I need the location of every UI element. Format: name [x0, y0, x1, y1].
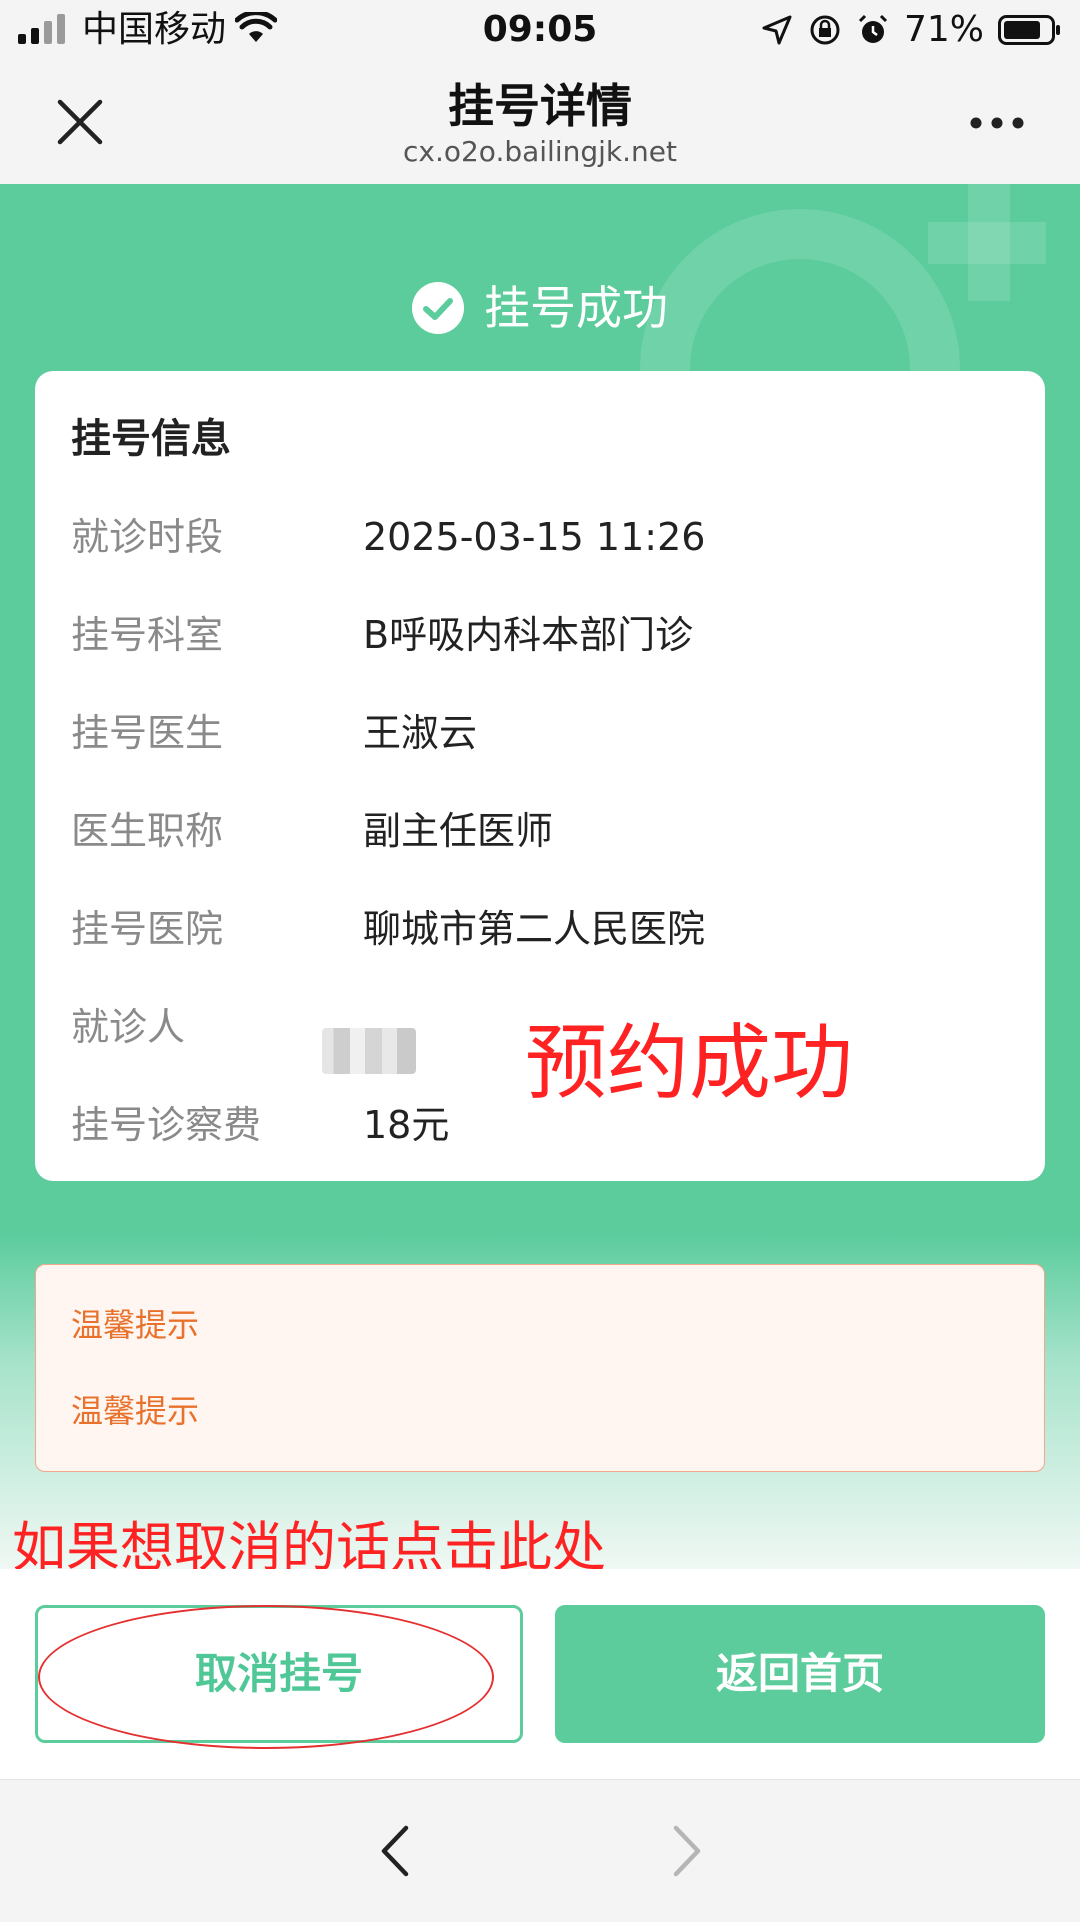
status-bar: 中国移动 09:05 71% — [0, 0, 1080, 60]
row-value: 副主任医师 — [363, 809, 554, 853]
annotation-cancel-hint: 如果想取消的话点击此处 — [12, 1516, 606, 1569]
action-button-bar: 取消挂号 返回首页 — [0, 1569, 1080, 1779]
card-title: 挂号信息 — [71, 416, 231, 462]
row-label: 医生职称 — [71, 809, 224, 853]
row-label: 挂号医生 — [71, 711, 224, 755]
navigation-bar: 挂号详情 cx.o2o.bailingjk.net — [0, 60, 1080, 184]
page-title: 挂号详情 — [448, 79, 632, 133]
redacted-patient-name — [322, 1028, 416, 1074]
row-value: 18元 — [363, 1103, 450, 1147]
row-label: 就诊人 — [71, 1005, 186, 1049]
battery-icon — [998, 15, 1060, 45]
tip-line: 温馨提示 — [71, 1306, 200, 1344]
location-icon — [762, 15, 792, 45]
row-label: 挂号医院 — [71, 907, 224, 951]
status-right-group: 71% — [760, 8, 1062, 52]
row-value: 王淑云 — [363, 711, 478, 755]
success-banner: 挂号成功 — [0, 278, 1080, 338]
warm-tips-box: 温馨提示 温馨提示 — [35, 1264, 1045, 1472]
check-circle-icon — [412, 282, 464, 334]
row-value: 聊城市第二人民医院 — [363, 907, 706, 951]
forward-arrow-icon[interactable] — [672, 1825, 702, 1877]
annotation-circle — [38, 1605, 494, 1749]
return-home-button[interactable]: 返回首页 — [555, 1605, 1045, 1743]
back-arrow-icon[interactable] — [380, 1825, 410, 1877]
more-icon[interactable] — [970, 116, 1024, 130]
annotation-booking-success: 预约成功 — [525, 1016, 854, 1111]
row-value: 2025-03-15 11:26 — [363, 515, 706, 559]
decorative-plus-icon — [928, 222, 1046, 264]
success-text: 挂号成功 — [484, 281, 668, 335]
row-label: 挂号科室 — [71, 613, 224, 657]
page-url: cx.o2o.bailingjk.net — [403, 135, 677, 168]
main-content: 挂号成功 挂号信息 就诊时段 2025-03-15 11:26 挂号科室 B呼吸… — [0, 184, 1080, 1569]
tip-line: 温馨提示 — [71, 1392, 200, 1430]
registration-info-card: 挂号信息 就诊时段 2025-03-15 11:26 挂号科室 B呼吸内科本部门… — [35, 371, 1045, 1181]
row-value: B呼吸内科本部门诊 — [363, 613, 694, 657]
row-label: 挂号诊察费 — [71, 1103, 262, 1147]
rotation-lock-icon — [810, 15, 840, 45]
row-label: 就诊时段 — [71, 515, 224, 559]
alarm-icon — [858, 14, 888, 43]
browser-toolbar — [0, 1779, 1080, 1922]
battery-percent: 71% — [903, 9, 984, 50]
